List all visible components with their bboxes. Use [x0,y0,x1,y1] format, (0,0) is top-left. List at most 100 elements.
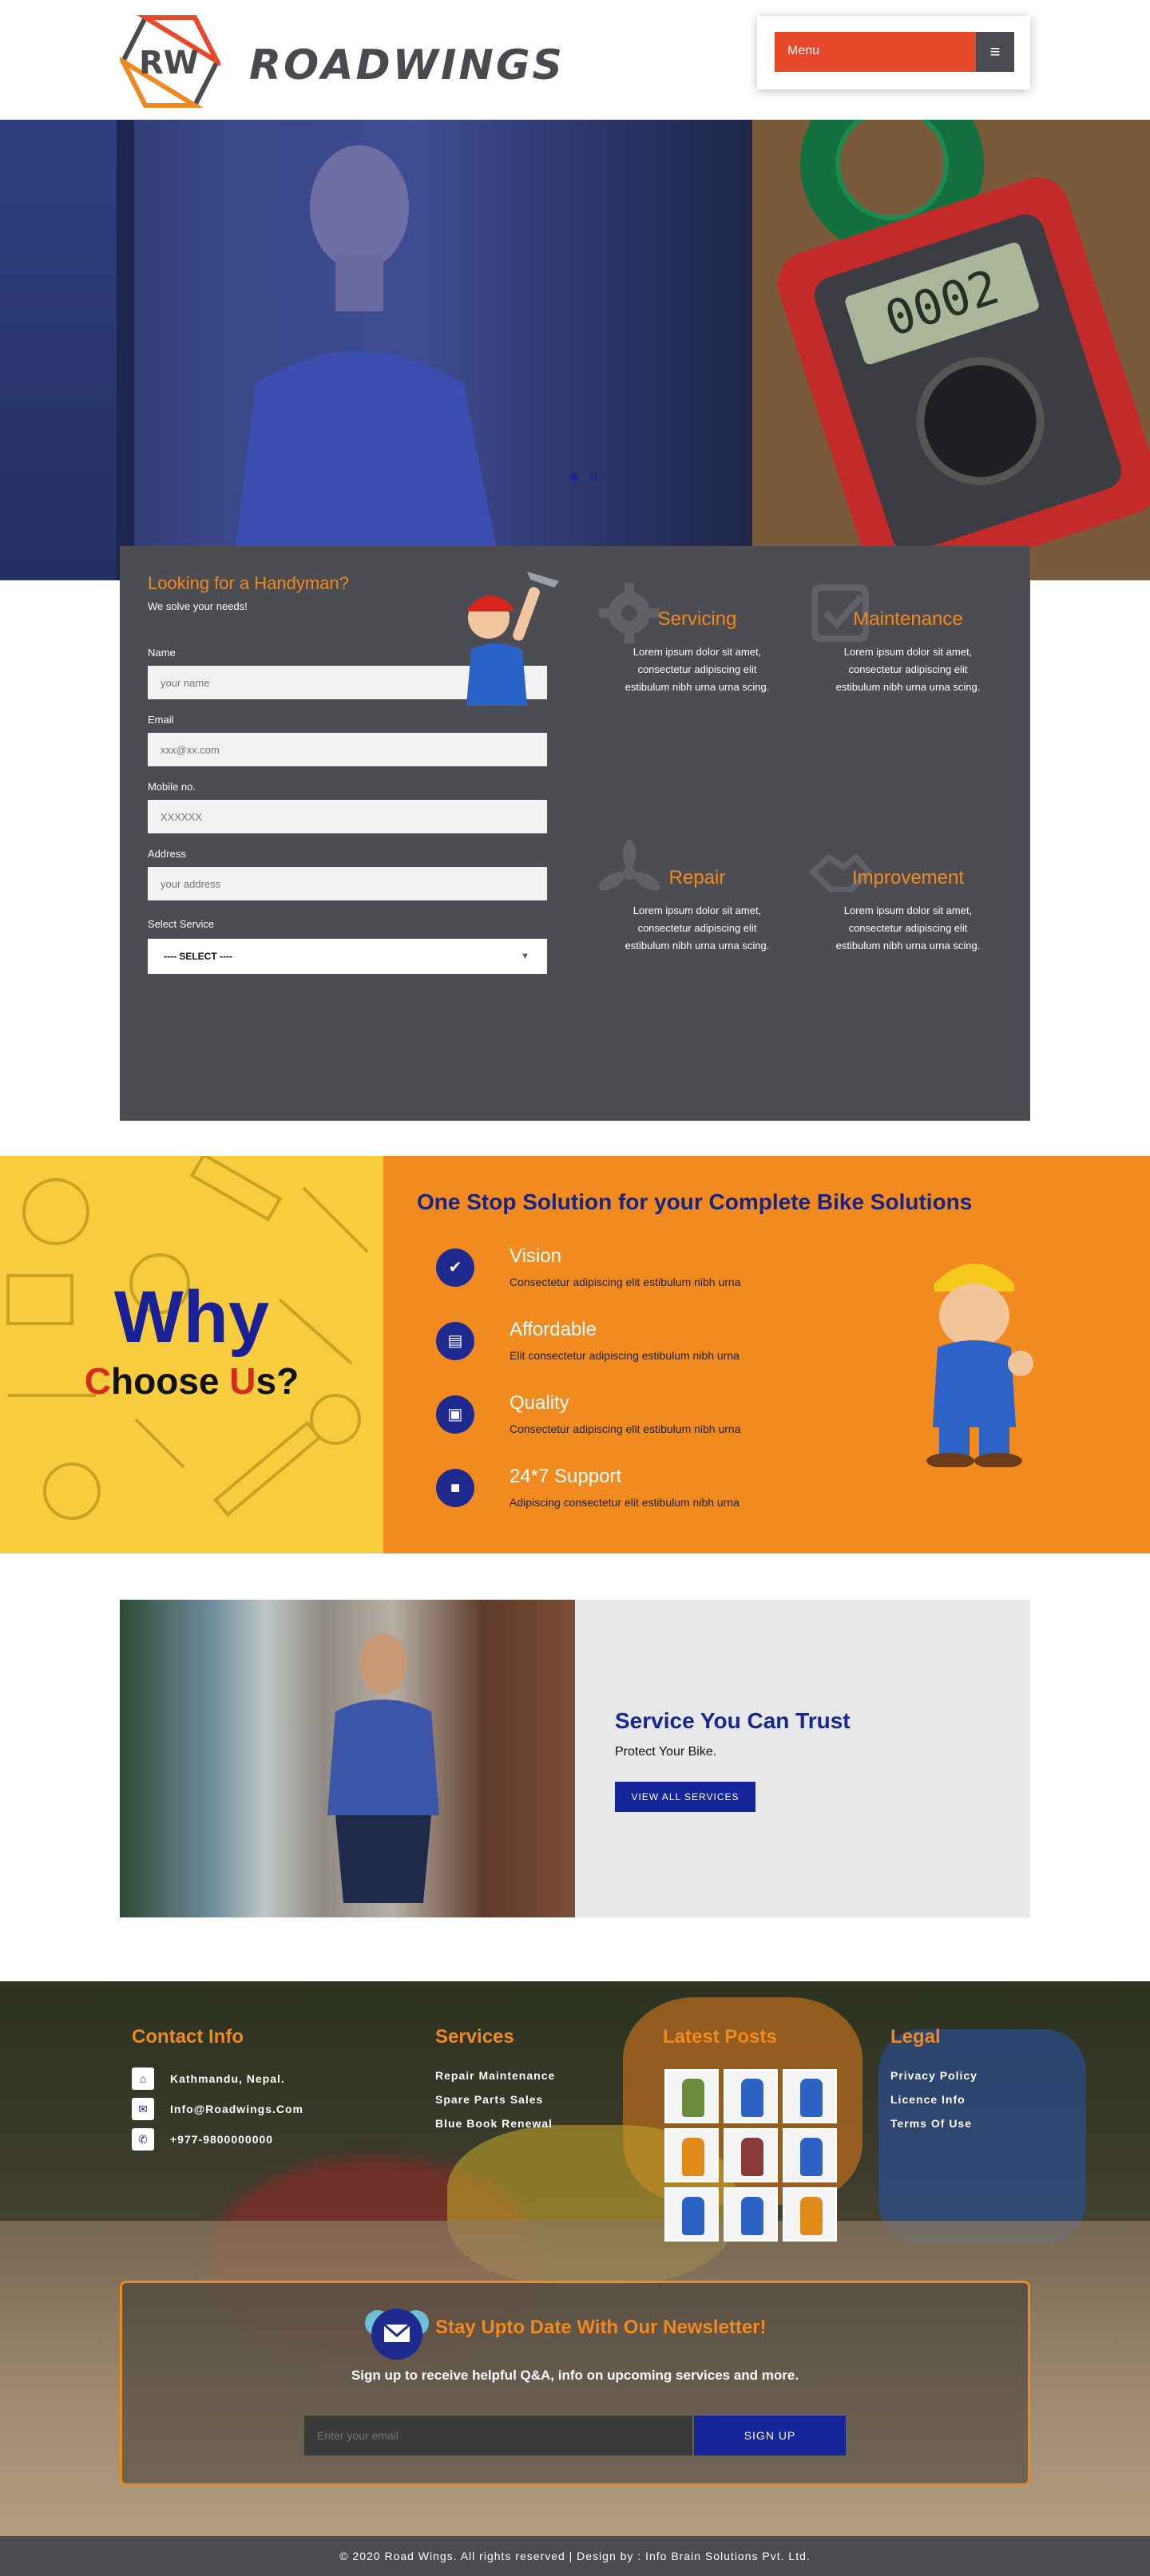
footer-link-licence[interactable]: Licence Info [890,2093,966,2106]
choose-letter-u: U [229,1360,256,1402]
newsletter-title: Stay Upto Date With Our Newsletter! [435,2317,767,2338]
service-select[interactable]: ---- SELECT ---- ▼ [148,939,547,974]
footer-link-repair[interactable]: Repair Maintenance [435,2069,555,2082]
why-heading-word: Why [113,1276,270,1358]
multimeter-image: 0002 [769,169,1150,580]
trust-image-handyman [120,1600,575,1917]
contact-text: +977-9800000000 [170,2133,274,2146]
newsletter-email-input[interactable] [304,2416,692,2455]
service-title: Improvement [851,867,965,888]
feature-title: Quality [510,1392,569,1414]
email-input[interactable] [148,733,547,766]
mobile-input[interactable] [148,800,547,833]
trust-title: Service You Can Trust [615,1708,851,1733]
slider-dot-1[interactable] [570,473,578,481]
why-section-heading: One Stop Solution for your Complete Bike… [417,1189,973,1214]
slider-dots [570,471,609,485]
legal-title: Legal [890,2026,941,2048]
newsletter-signup-button[interactable]: SIGN UP [694,2416,846,2455]
hamburger-icon[interactable]: ≡ [976,32,1014,72]
service-trust-section: Service You Can Trust Protect Your Bike.… [120,1600,1030,1917]
hero-image-multimeter: 0002 [752,120,1150,580]
contact-text: Kathmandu, Nepal. [170,2072,285,2085]
service-select-label: Select Service [148,918,215,930]
footer-link-privacy[interactable]: Privacy Policy [890,2069,978,2082]
briefcase-icon: ■ [436,1469,474,1507]
footer-link-spare-parts[interactable]: Spare Parts Sales [435,2093,543,2106]
service-maintenance[interactable]: Maintenance Lorem ipsum dolor sit amet, … [808,584,1008,696]
hero-slider: 0002 [0,120,1150,580]
chevron-down-icon: ▼ [521,952,529,961]
post-thumbnail[interactable] [664,2069,719,2123]
service-servicing[interactable]: Servicing Lorem ipsum dolor sit amet, co… [597,583,797,696]
why-tools-panel: Why Choose Us? [0,1156,383,1553]
post-thumbnail[interactable] [724,2069,778,2123]
hero-person-figure [232,145,503,580]
form-subtitle: We solve your needs! [148,600,248,612]
footer-link-blue-book[interactable]: Blue Book Renewal [435,2117,553,2130]
post-thumbnail[interactable] [724,2187,778,2242]
latest-posts-title: Latest Posts [663,2026,777,2048]
mobile-label: Mobile no. [148,781,196,793]
mail-icon: ✉ [132,2098,154,2120]
service-title: Servicing [657,608,737,630]
home-icon: ⌂ [132,2068,154,2090]
worker-mascot-image [926,1264,1033,1467]
service-improvement[interactable]: Improvement Lorem ipsum dolor sit amet, … [808,851,1008,955]
post-thumbnail[interactable] [783,2128,837,2182]
why-features-panel: One Stop Solution for your Complete Bike… [383,1156,1150,1553]
feature-text: Adipiscing consectetur elit estibulum ni… [510,1496,740,1509]
check-icon: ✔ [436,1248,474,1287]
feature-text: Consectetur adipiscing elit estibulum ni… [510,1423,741,1435]
feature-title: Affordable [510,1319,597,1340]
envelope-icon [365,2309,429,2360]
feature-text: Consectetur adipiscing elit estibulum ni… [510,1276,741,1288]
address-input[interactable] [148,867,547,900]
trust-subtitle: Protect Your Bike. [615,1745,717,1759]
view-all-services-button[interactable]: VIEW ALL SERVICES [615,1782,755,1812]
services-title: Services [435,2026,514,2048]
trust-person-figure [327,1633,439,1903]
site-logo[interactable]: RW ROADWINGS [120,14,562,109]
logo-wordmark: ROADWINGS [249,42,565,89]
handyman-mascot-image [466,572,559,706]
why-choose-us-section: Why Choose Us? One Stop Solution for you… [0,1156,1150,1553]
contact-text: Info@Roadwings.Com [170,2103,303,2115]
post-thumbnail[interactable] [783,2187,837,2242]
logo-initials: RW [139,45,199,81]
footer-link-terms[interactable]: Terms Of Use [890,2117,972,2130]
site-footer: Contact Info ⌂ Kathmandu, Nepal. ✉ Info@… [0,1981,1150,2536]
feature-title: 24*7 Support [510,1466,622,1487]
service-text: Lorem ipsum dolor sit amet, consectetur … [625,904,770,952]
handyman-request-card: Looking for a Handyman? We solve your ne… [120,546,1030,1121]
newsletter-box: Stay Upto Date With Our Newsletter! Sign… [120,2281,1030,2486]
service-repair[interactable]: Repair Lorem ipsum dolor sit amet, conse… [597,840,797,955]
contact-info-title: Contact Info [132,2026,244,2048]
post-thumbnail[interactable] [783,2069,837,2123]
menu-label: Menu [787,44,820,57]
name-label: Name [148,647,176,659]
service-text: Lorem ipsum dolor sit amet, consectetur … [835,646,981,693]
service-title: Maintenance [853,608,963,630]
choose-middle: hoose [111,1360,230,1402]
hero-image-handyman [0,120,752,580]
choose-end: s? [256,1360,299,1402]
slider-dot-2[interactable] [589,473,597,481]
post-thumbnail[interactable] [664,2128,719,2182]
service-title: Repair [668,867,726,888]
address-label: Address [148,848,186,860]
menu-container: Menu ≡ [757,16,1030,89]
service-select-value: ---- SELECT ---- [164,951,232,962]
post-thumbnail[interactable] [724,2128,778,2182]
image-icon: ▣ [436,1395,474,1434]
copyright-bar: © 2020 Road Wings. All rights reserved |… [0,2536,1150,2576]
menu-button[interactable]: Menu ≡ [775,32,1014,72]
service-text: Lorem ipsum dolor sit amet, consectetur … [625,646,770,693]
feature-quality: ▣ Quality Consectetur adipiscing elit es… [436,1392,915,1448]
feature-vision: ✔ Vision Consectetur adipiscing elit est… [436,1245,915,1301]
phone-icon: ✆ [132,2128,154,2151]
email-label: Email [148,714,174,726]
post-thumbnail[interactable] [664,2187,719,2242]
form-title: Looking for a Handyman? [148,573,349,593]
logo-hexagon-icon: RW [120,15,220,108]
